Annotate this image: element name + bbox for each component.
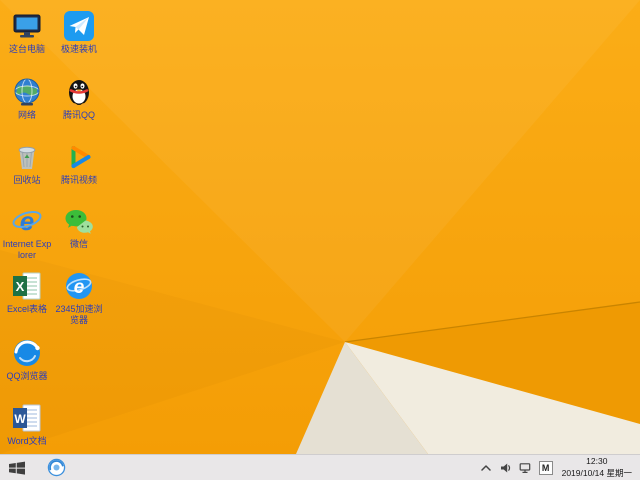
taskbar-clock[interactable]: 12:30 2019/10/14 星期一	[559, 456, 635, 478]
icon-label: 这台电脑	[8, 44, 45, 54]
excel-icon: X	[13, 272, 41, 300]
icon-label: 腾讯QQ	[62, 110, 95, 120]
desktop-icon-recycle-bin[interactable]: 回收站	[2, 141, 52, 186]
taskbar-browser-button[interactable]	[40, 455, 72, 480]
desktop-icon-2345-browser[interactable]: e 2345加速浏览器	[54, 270, 104, 325]
clock-date: 2019/10/14 星期一	[561, 467, 632, 478]
qq-penguin-icon	[69, 80, 89, 107]
volume-button[interactable]	[499, 459, 513, 477]
icon-label: Internet Explorer	[2, 239, 52, 260]
qq-browser-icon	[14, 340, 40, 366]
tencent-video-icon	[71, 146, 91, 168]
clock-time: 12:30	[586, 456, 608, 467]
hidden-icons-caret[interactable]	[479, 459, 493, 477]
chevron-up-icon	[480, 464, 491, 471]
paper-plane-icon	[64, 11, 94, 41]
taskbar: M 12:30 2019/10/14 星期一	[0, 454, 640, 480]
desktop-icon-word[interactable]: W Word文档	[2, 402, 52, 447]
desktop-icon-wechat[interactable]: 微信	[54, 205, 104, 250]
network-status-icon	[519, 462, 531, 473]
icon-label: 极速装机	[60, 44, 97, 54]
desktop-icon-this-pc[interactable]: 这台电脑	[2, 10, 52, 55]
desktop-icon-network[interactable]: 网络	[2, 76, 52, 121]
recycle-bin-icon	[18, 146, 36, 169]
browser-icon	[47, 458, 65, 477]
icon-label: 微信	[69, 239, 88, 249]
system-tray: M 12:30 2019/10/14 星期一	[479, 456, 640, 478]
desktop-icon-qq-browser[interactable]: QQ浏览器	[2, 337, 52, 382]
icon-label: 网络	[17, 110, 36, 120]
desktop-icon-tencent-qq[interactable]: 腾讯QQ	[54, 76, 104, 121]
desktop-icon-excel[interactable]: X Excel表格	[2, 270, 52, 315]
browser-2345-icon: e	[66, 273, 92, 299]
network-icon	[14, 78, 40, 106]
desktop-icon-internet-explorer[interactable]: e Internet Explorer	[2, 205, 52, 260]
svg-text:e: e	[20, 206, 34, 236]
icon-label: Excel表格	[6, 304, 47, 314]
word-icon: W	[13, 404, 41, 432]
this-pc-icon	[13, 14, 41, 38]
icon-label: Word文档	[7, 436, 47, 446]
screen: 这台电脑 网络 回收站 e Internet Explorer X Excel表…	[0, 0, 640, 480]
desktop-icon-quick-install[interactable]: 极速装机	[54, 10, 104, 55]
start-button[interactable]	[0, 455, 34, 480]
svg-text:W: W	[14, 412, 26, 426]
wechat-icon	[65, 210, 93, 234]
internet-explorer-icon: e	[12, 206, 42, 236]
volume-icon	[500, 463, 510, 472]
svg-text:X: X	[16, 279, 25, 294]
desktop: 这台电脑 网络 回收站 e Internet Explorer X Excel表…	[0, 0, 640, 454]
icon-label: 2345加速浏览器	[55, 304, 103, 325]
icon-label: 回收站	[13, 175, 41, 185]
windows-logo-icon	[9, 461, 25, 475]
desktop-icon-tencent-video[interactable]: 腾讯视频	[54, 141, 104, 186]
input-method-indicator[interactable]: M	[538, 460, 553, 475]
icon-label: QQ浏览器	[6, 371, 48, 381]
network-button[interactable]	[519, 459, 533, 477]
icon-label: 腾讯视频	[60, 175, 97, 185]
